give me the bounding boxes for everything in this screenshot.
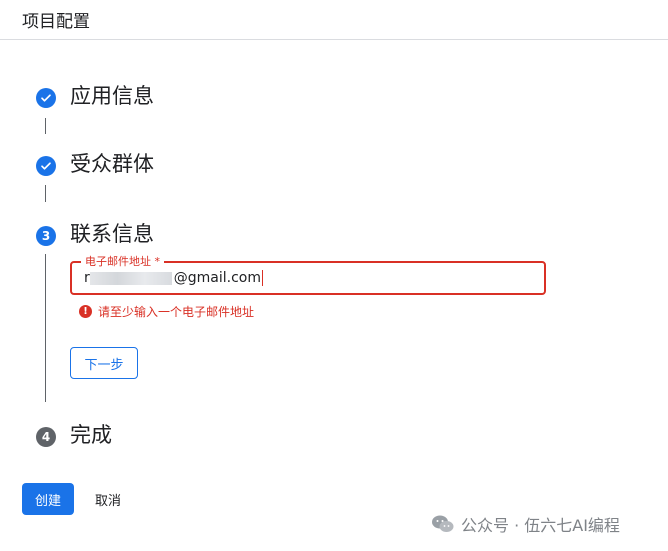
check-icon: [36, 156, 56, 176]
check-icon: [36, 88, 56, 108]
email-field[interactable]: 电子邮件地址 * r @gmail.com: [70, 253, 546, 295]
text-caret: [262, 270, 263, 286]
email-field-value[interactable]: r @gmail.com: [84, 270, 263, 286]
step-title: 受众群体: [70, 152, 154, 176]
step-title: 完成: [70, 423, 112, 447]
error-icon: !: [79, 305, 92, 318]
wechat-icon: [432, 515, 454, 532]
watermark: 公众号 · 伍六七AI编程: [431, 512, 620, 536]
page-title: 项目配置: [22, 12, 90, 32]
step-connector: [45, 118, 46, 134]
watermark-text: 公众号 · 伍六七AI编程: [461, 516, 620, 535]
email-field-label: 电子邮件地址 *: [81, 253, 164, 269]
project-config-page: 项目配置 应用信息 受众群体 3 联系信息 电子邮件地址 * r @gmail.c…: [0, 0, 668, 551]
error-message: 请至少输入一个电子邮件地址: [98, 305, 255, 319]
email-error: ! 请至少输入一个电子邮件地址: [79, 303, 254, 320]
step-title: 应用信息: [70, 84, 154, 108]
step-number-badge: 3: [36, 226, 56, 246]
step-connector: [45, 254, 46, 402]
create-button[interactable]: 创建: [22, 483, 74, 515]
next-step-button[interactable]: 下一步: [70, 347, 138, 379]
step-number-badge: 4: [36, 427, 56, 447]
page-header: 项目配置: [0, 0, 668, 40]
cancel-button[interactable]: 取消: [86, 483, 130, 515]
step-title: 联系信息: [70, 222, 154, 246]
redacted-text: [89, 271, 172, 285]
step-connector: [45, 185, 46, 202]
email-value-suffix: @gmail.com: [173, 270, 261, 286]
